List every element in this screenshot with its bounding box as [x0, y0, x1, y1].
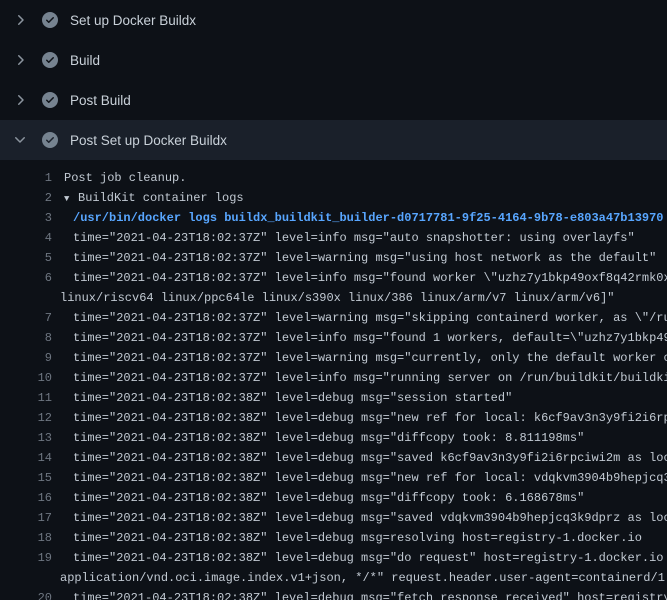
- log-line-number[interactable]: 8: [0, 328, 52, 348]
- log-line: 7 time="2021-04-23T18:02:37Z" level=warni…: [0, 308, 667, 328]
- log-line-number[interactable]: 1: [0, 168, 52, 188]
- log-line-number[interactable]: 3: [0, 208, 52, 228]
- check-circle-icon: [42, 132, 58, 148]
- log-line-number: [0, 568, 52, 588]
- log-line: 16 time="2021-04-23T18:02:38Z" level=debu…: [0, 488, 667, 508]
- log-text: time="2021-04-23T18:02:37Z" level=warnin…: [73, 248, 656, 268]
- step-title: Post Set up Docker Buildx: [70, 133, 227, 148]
- log-text-continuation: linux/riscv64 linux/ppc64le linux/s390x …: [60, 288, 615, 308]
- log-line-number[interactable]: 15: [0, 468, 52, 488]
- log-text: time="2021-04-23T18:02:38Z" level=debug …: [73, 548, 667, 568]
- log-group-toggle-icon[interactable]: ▼: [64, 189, 78, 208]
- log-line: 14 time="2021-04-23T18:02:38Z" level=debu…: [0, 448, 667, 468]
- check-circle-icon: [42, 92, 58, 108]
- log-line-number[interactable]: 20: [0, 588, 52, 600]
- log-line: 3/usr/bin/docker logs buildx_buildkit_bu…: [0, 208, 667, 228]
- log-line-number[interactable]: 2: [0, 188, 52, 208]
- chevron-right-icon: [12, 12, 28, 28]
- chevron-right-icon: [12, 92, 28, 108]
- log-text: time="2021-04-23T18:02:37Z" level=info m…: [73, 268, 667, 288]
- log-text: time="2021-04-23T18:02:38Z" level=debug …: [73, 468, 667, 488]
- log-line-number[interactable]: 12: [0, 408, 52, 428]
- log-text: Post job cleanup.: [64, 168, 186, 188]
- log-command-text: /usr/bin/docker logs buildx_buildkit_bui…: [73, 208, 664, 228]
- log-line: 4 time="2021-04-23T18:02:37Z" level=info …: [0, 228, 667, 248]
- log-text: time="2021-04-23T18:02:38Z" level=debug …: [73, 528, 642, 548]
- step-header-build[interactable]: Build: [0, 40, 667, 80]
- log-line-number[interactable]: 5: [0, 248, 52, 268]
- log-line-number[interactable]: 13: [0, 428, 52, 448]
- log-text: time="2021-04-23T18:02:38Z" level=debug …: [73, 388, 512, 408]
- log-text: time="2021-04-23T18:02:37Z" level=warnin…: [73, 348, 667, 368]
- log-group-line: ▼BuildKit container logs: [52, 188, 244, 208]
- log-text: time="2021-04-23T18:02:37Z" level=warnin…: [73, 308, 667, 328]
- log-text: time="2021-04-23T18:02:38Z" level=debug …: [73, 588, 667, 600]
- log-line-number[interactable]: 16: [0, 488, 52, 508]
- log-line: linux/riscv64 linux/ppc64le linux/s390x …: [0, 288, 667, 308]
- log-line: 19 time="2021-04-23T18:02:38Z" level=debu…: [0, 548, 667, 568]
- log-line-number[interactable]: 9: [0, 348, 52, 368]
- log-line: 11 time="2021-04-23T18:02:38Z" level=debu…: [0, 388, 667, 408]
- chevron-down-icon: [12, 132, 28, 148]
- step-header-post-build[interactable]: Post Build: [0, 80, 667, 120]
- log-line-number[interactable]: 19: [0, 548, 52, 568]
- check-circle-icon: [42, 52, 58, 68]
- log-line: 8 time="2021-04-23T18:02:37Z" level=info …: [0, 328, 667, 348]
- log-line-number[interactable]: 7: [0, 308, 52, 328]
- log-line: 1 Post job cleanup.: [0, 168, 667, 188]
- step-header-set-up-docker-buildx[interactable]: Set up Docker Buildx: [0, 0, 667, 40]
- log-text: time="2021-04-23T18:02:38Z" level=debug …: [73, 428, 584, 448]
- log-line: 18 time="2021-04-23T18:02:38Z" level=debu…: [0, 528, 667, 548]
- log-line-number: [0, 288, 52, 308]
- step-header-post-set-up-docker-buildx[interactable]: Post Set up Docker Buildx: [0, 120, 667, 160]
- step-title: Post Build: [70, 93, 131, 108]
- log-line: 15 time="2021-04-23T18:02:38Z" level=debu…: [0, 468, 667, 488]
- log-line: 12 time="2021-04-23T18:02:38Z" level=debu…: [0, 408, 667, 428]
- log-line: 20 time="2021-04-23T18:02:38Z" level=debu…: [0, 588, 667, 600]
- log-line: 2▼BuildKit container logs: [0, 188, 667, 208]
- log-line-number[interactable]: 10: [0, 368, 52, 388]
- log-line-number[interactable]: 14: [0, 448, 52, 468]
- step-title: Set up Docker Buildx: [70, 13, 196, 28]
- log-line: 9 time="2021-04-23T18:02:37Z" level=warni…: [0, 348, 667, 368]
- log-line: 17 time="2021-04-23T18:02:38Z" level=debu…: [0, 508, 667, 528]
- log-line-number[interactable]: 18: [0, 528, 52, 548]
- log-text: time="2021-04-23T18:02:37Z" level=info m…: [73, 228, 635, 248]
- log-line: 5 time="2021-04-23T18:02:37Z" level=warni…: [0, 248, 667, 268]
- log-line-number[interactable]: 6: [0, 268, 52, 288]
- log-group-label[interactable]: BuildKit container logs: [78, 191, 244, 205]
- log-line: 10 time="2021-04-23T18:02:37Z" level=info…: [0, 368, 667, 388]
- step-title: Build: [70, 53, 100, 68]
- check-circle-icon: [42, 12, 58, 28]
- log-text-continuation: application/vnd.oci.image.index.v1+json,…: [60, 568, 667, 588]
- log-text: time="2021-04-23T18:02:38Z" level=debug …: [73, 408, 667, 428]
- log-text: time="2021-04-23T18:02:37Z" level=info m…: [73, 328, 667, 348]
- log-text: time="2021-04-23T18:02:38Z" level=debug …: [73, 488, 584, 508]
- log-line: application/vnd.oci.image.index.v1+json,…: [0, 568, 667, 588]
- chevron-right-icon: [12, 52, 28, 68]
- log-line-number[interactable]: 17: [0, 508, 52, 528]
- log-line: 6 time="2021-04-23T18:02:37Z" level=info …: [0, 268, 667, 288]
- actions-log-viewer: Set up Docker Buildx Build Post Build Po…: [0, 0, 667, 600]
- log-text: time="2021-04-23T18:02:37Z" level=info m…: [73, 368, 667, 388]
- log-body: 1Post job cleanup.2▼BuildKit container l…: [0, 160, 667, 600]
- log-text: time="2021-04-23T18:02:38Z" level=debug …: [73, 448, 667, 468]
- log-text: time="2021-04-23T18:02:38Z" level=debug …: [73, 508, 667, 528]
- log-line: 13 time="2021-04-23T18:02:38Z" level=debu…: [0, 428, 667, 448]
- log-line-number[interactable]: 4: [0, 228, 52, 248]
- log-line-number[interactable]: 11: [0, 388, 52, 408]
